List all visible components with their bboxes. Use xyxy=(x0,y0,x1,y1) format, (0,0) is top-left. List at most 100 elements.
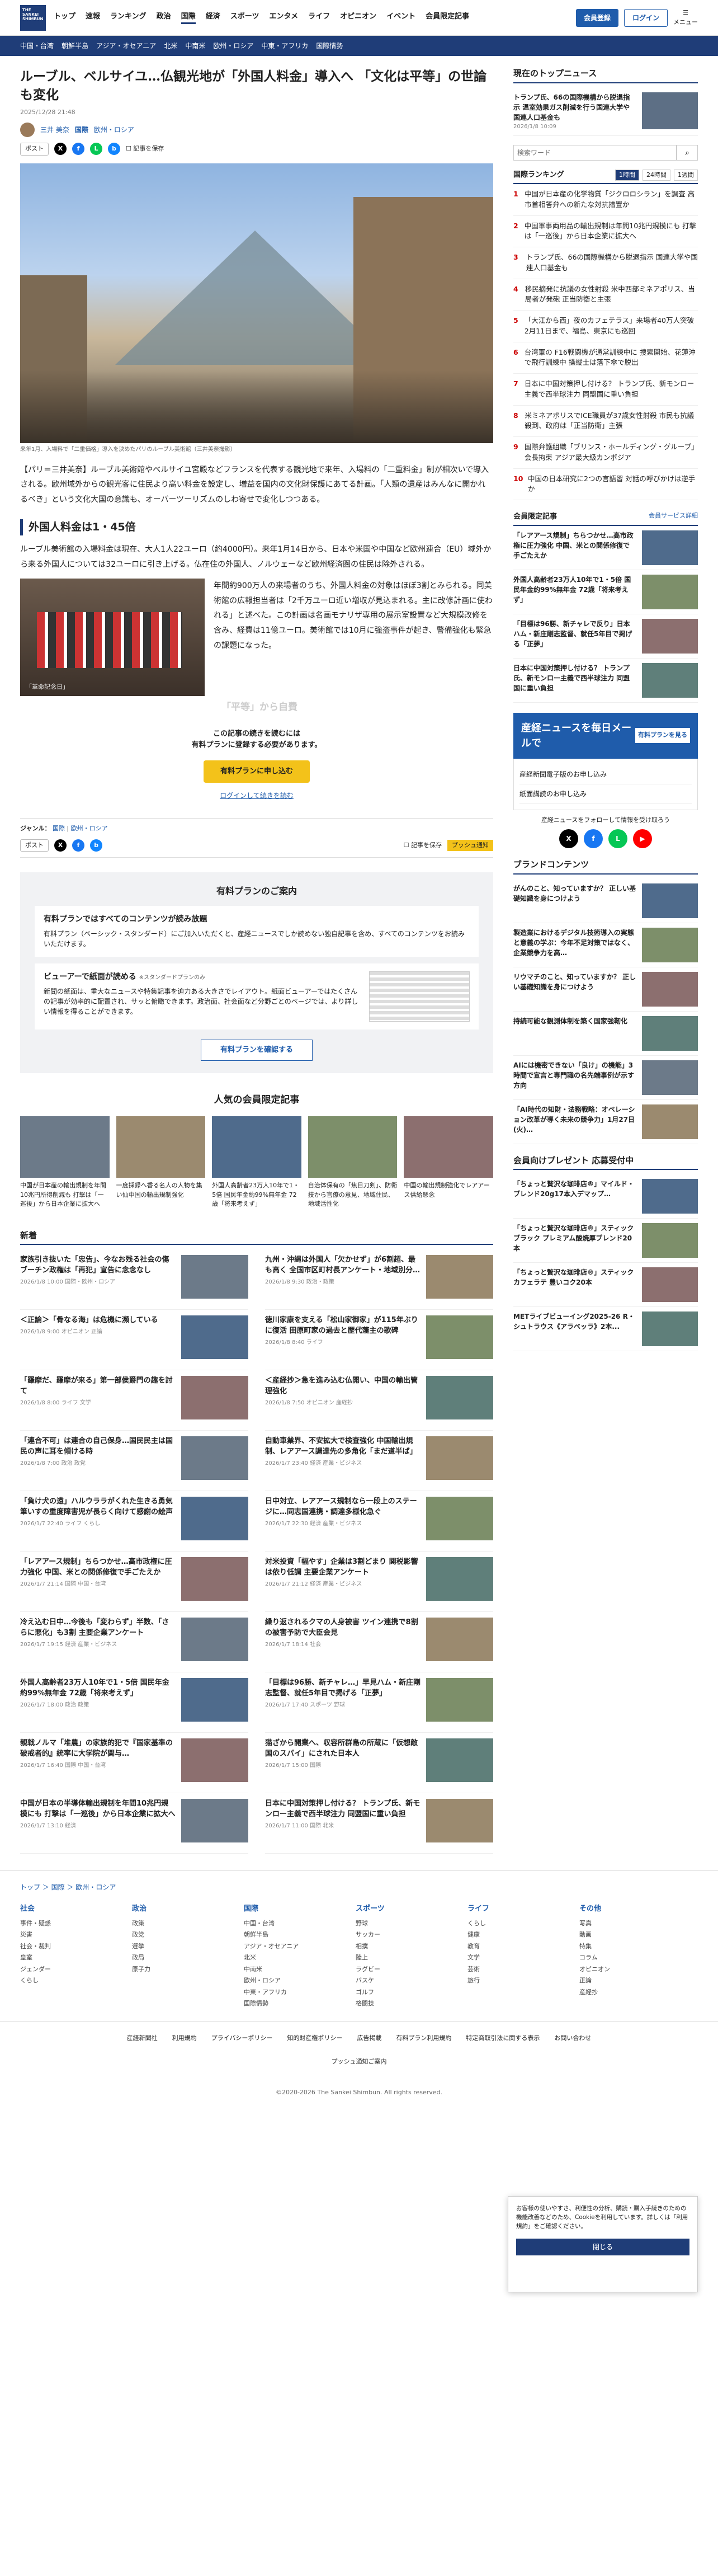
footer-heading[interactable]: 国際 xyxy=(244,1903,344,1915)
footer-heading[interactable]: スポーツ xyxy=(356,1903,456,1915)
footer-link[interactable]: 文学 xyxy=(467,1952,568,1964)
news-row[interactable]: 中国が日本の半導体輸出規制を年間10兆円規模にも 打撃は「一巡後」から日本企業に… xyxy=(20,1793,248,1854)
search-input[interactable] xyxy=(513,144,677,161)
footer-link[interactable]: 政策 xyxy=(132,1918,233,1930)
footer-link[interactable]: 中東・アフリカ xyxy=(244,1987,344,1999)
service-link[interactable]: 産経新聞電子版のお申し込み xyxy=(519,765,692,784)
ranking-tab[interactable]: 1週間 xyxy=(674,169,698,181)
nav-item[interactable]: 会員限定記事 xyxy=(426,11,469,24)
top-news-item[interactable]: トランプ氏、66の国際機構から脱退指示 温室効果ガス削減を行う国連大学や国連人口… xyxy=(513,88,698,136)
member-item[interactable]: 日本に中国対策押し付ける？ トランプ氏、新モンロー主義で西半球注力 同盟国に重い… xyxy=(513,659,698,703)
ranking-tab[interactable]: 24時間 xyxy=(643,169,670,181)
ranking-item[interactable]: 6 台湾軍の F16戦闘機が通常訓練中に 捜索開始、花蓮沖で飛行訓練中 操縦士は落… xyxy=(513,342,698,374)
footer-link[interactable]: 相撲 xyxy=(356,1941,456,1953)
search-button[interactable]: ⌕検索 xyxy=(677,144,698,161)
bluesky-icon[interactable]: b xyxy=(108,143,120,156)
footer-link[interactable]: 政局 xyxy=(132,1952,233,1964)
news-row[interactable]: 日本に中国対策押し付ける？ トランプ氏、新モンロー主義で西半球注力 同盟国に重い… xyxy=(265,1793,493,1854)
facebook-icon[interactable]: f xyxy=(72,143,84,156)
nav-item[interactable]: オピニオン xyxy=(340,11,376,24)
check-paid-plan-button[interactable]: 有料プランを確認する xyxy=(201,1040,313,1061)
footer-link[interactable]: 正論 xyxy=(579,1975,680,1987)
footer-link[interactable]: 特集 xyxy=(579,1941,680,1953)
footer-link[interactable]: 災害 xyxy=(20,1929,121,1941)
footer-link[interactable]: 教育 xyxy=(467,1941,568,1953)
footer-heading[interactable]: ライフ xyxy=(467,1903,568,1915)
news-row[interactable]: 「レアアース規制」ちらつかせ…高市政権に圧力強化 中国、米との関係修復で手ごたえ… xyxy=(20,1552,248,1613)
member-card[interactable]: 外国人高齢者23万人10年で1・5倍 国民年金約99%無年金 72歳「将来考えず… xyxy=(212,1116,301,1209)
ranking-item[interactable]: 4 移民摘発に抗議の女性射殺 米中西部ミネアポリス、当局者が発砲 正当防衛と主張 xyxy=(513,279,698,311)
subnav-item[interactable]: アジア・オセアニア xyxy=(96,41,156,51)
facebook-icon[interactable]: f xyxy=(72,839,84,852)
nav-item[interactable]: 速報 xyxy=(86,11,100,24)
footer-link[interactable]: 野球 xyxy=(356,1918,456,1930)
author-name[interactable]: 三井 美奈 xyxy=(40,125,69,135)
nav-item[interactable]: 政治 xyxy=(157,11,171,24)
news-row[interactable]: 繰り返されるクマの人身被害 ツイン連携で8割の被害予防で大臣会見 2026/1/7… xyxy=(265,1612,493,1673)
line-icon[interactable]: L xyxy=(608,829,627,848)
push-notification-button[interactable]: プッシュ通知 xyxy=(447,839,493,852)
news-row[interactable]: 外国人高齢者23万人10年で1・5倍 国民年金約99%無年金 72歳「将来考えず… xyxy=(20,1672,248,1733)
present-item[interactable]: 「ちょっと贅沢な珈琲店®」マイルド・ブレンド20g17本入デマップ… xyxy=(513,1174,698,1219)
subnav-item[interactable]: 中南米 xyxy=(185,41,205,51)
news-row[interactable]: 自動車業界、不安拡大で検査強化 中国輸出規制、レアアース調達先の多角化「まだ道半… xyxy=(265,1431,493,1492)
subnav-item[interactable]: 朝鮮半島 xyxy=(62,41,88,51)
footer-link[interactable]: ジェンダー xyxy=(20,1964,121,1976)
nav-item[interactable]: イベント xyxy=(386,11,415,24)
footer-link[interactable]: 産経抄 xyxy=(579,1987,680,1999)
brand-item[interactable]: リウマチのこと、知っていますか？ 正しい基礎知識を身につけよう xyxy=(513,967,698,1012)
line-icon[interactable]: L xyxy=(90,143,102,156)
x-icon[interactable]: X xyxy=(54,143,67,156)
apply-paid-plan-button[interactable]: 有料プランに申し込む xyxy=(203,760,310,783)
ranking-item[interactable]: 7 日本に中国対策押し付ける？ トランプ氏、新モンロー主義で西半球注力 同盟国に重… xyxy=(513,374,698,406)
footer-link[interactable]: 旅行 xyxy=(467,1975,568,1987)
news-row[interactable]: 「羅摩だ、羅摩が来る」第一部侯爵門の趣を討て 2026/1/8 8:00 ライフ … xyxy=(20,1370,248,1431)
ranking-item[interactable]: 9 国際弁護組織「ブリンス・ホールディング・グループ」会長拘束 アジア最大級カンボ… xyxy=(513,437,698,469)
nav-item[interactable]: ランキング xyxy=(110,11,147,24)
save-article-button[interactable]: ☐ 記事を保存 xyxy=(404,841,442,850)
member-item[interactable]: 外国人高齢者23万人10年で1・5倍 国民年金約99%無年金 72歳「将来考えず… xyxy=(513,570,698,614)
present-item[interactable]: 「ちょっと贅沢な珈琲店®」スティックブラック プレミアム酸焼厚ブレンド20本 xyxy=(513,1219,698,1263)
nav-item[interactable]: ライフ xyxy=(308,11,330,24)
save-article-button[interactable]: ☐ 記事を保存 xyxy=(126,144,164,154)
footer-bottom-link[interactable]: プライバシーポリシー xyxy=(211,2034,273,2043)
brand-item[interactable]: AIには機密できない「良け」の機能」3時間で宣言と専門職の名先端事例が示す方向 xyxy=(513,1056,698,1100)
bluesky-icon[interactable]: b xyxy=(90,839,102,852)
footer-link[interactable]: 事件・疑惑 xyxy=(20,1918,121,1930)
news-row[interactable]: 親戦ノルマ「堆農」の家族的犯で『国家基準の破戒者的』統率に大学院が関与… 2026… xyxy=(20,1733,248,1794)
footer-link[interactable]: 北米 xyxy=(244,1952,344,1964)
footer-link[interactable]: ゴルフ xyxy=(356,1987,456,1999)
news-row[interactable]: 九州・沖縄は外国人「欠かせず」が6割超、最も高く 全国市区町村長アンケート・地域… xyxy=(265,1249,493,1310)
footer-link[interactable]: オピニオン xyxy=(579,1964,680,1976)
member-more-link[interactable]: 会員サービス詳細 xyxy=(649,511,698,523)
news-row[interactable]: 徳川家康を支える「松山家御家」が115年ぶりに復活 田原町家の過去と歴代藩主の歌… xyxy=(265,1310,493,1371)
ranking-tab[interactable]: 1時間 xyxy=(615,169,639,181)
mail-banner[interactable]: 産経ニュースを毎日メールで 有料プランを見る xyxy=(513,712,698,759)
login-continue-link[interactable]: ログインして続きを読む xyxy=(220,792,294,800)
subnav-item[interactable]: 北米 xyxy=(164,41,177,51)
post-button-bottom[interactable]: ポスト xyxy=(20,839,49,852)
footer-heading[interactable]: 政治 xyxy=(132,1903,233,1915)
facebook-icon[interactable]: f xyxy=(584,829,603,848)
member-card[interactable]: 中国の輸出規制強化でレアアース供給懸念 xyxy=(404,1116,493,1209)
footer-bottom-link[interactable]: お問い合わせ xyxy=(554,2034,591,2043)
footer-link[interactable]: くらし xyxy=(20,1975,121,1987)
brand-item[interactable]: 製造業におけるデジタル技術導入の実態と意義の学ぶ：今年不足対策ではなく、企業競争… xyxy=(513,923,698,967)
footer-link[interactable]: 芸術 xyxy=(467,1964,568,1976)
footer-link[interactable]: 陸上 xyxy=(356,1952,456,1964)
close-button[interactable]: 閉じる xyxy=(516,2239,689,2256)
footer-link[interactable]: アジア・オセアニア xyxy=(244,1941,344,1953)
ranking-item[interactable]: 3 トランプ氏、66の国際機構から脱退指示 国連大学や国連人口基金も xyxy=(513,247,698,279)
subnav-item[interactable]: 中国・台湾 xyxy=(20,41,54,51)
nav-item[interactable]: トップ xyxy=(54,11,75,24)
footer-link[interactable]: 中国・台湾 xyxy=(244,1918,344,1930)
footer-bottom-link[interactable]: 有料プラン利用規約 xyxy=(396,2034,451,2043)
subnav-item[interactable]: 欧州・ロシア xyxy=(213,41,253,51)
ranking-item[interactable]: 1 中国が日本産の化学物質「ジクロロシラン」を調査 高市首相答弁への新たな対抗措置… xyxy=(513,184,698,216)
footer-link[interactable]: 動画 xyxy=(579,1929,680,1941)
post-button[interactable]: ポスト xyxy=(20,143,49,156)
subsection-link[interactable]: 欧州・ロシア xyxy=(94,125,134,135)
ranking-item[interactable]: 2 中国軍事両用品の輸出規制は年間10兆円規模にも 打撃は「一巡後」から日本企業に… xyxy=(513,216,698,247)
footer-heading[interactable]: その他 xyxy=(579,1903,680,1915)
member-item[interactable]: 「レアアース規制」ちらつかせ…高市政権に圧力強化 中国、米との関係修復で手ごたえ… xyxy=(513,526,698,570)
